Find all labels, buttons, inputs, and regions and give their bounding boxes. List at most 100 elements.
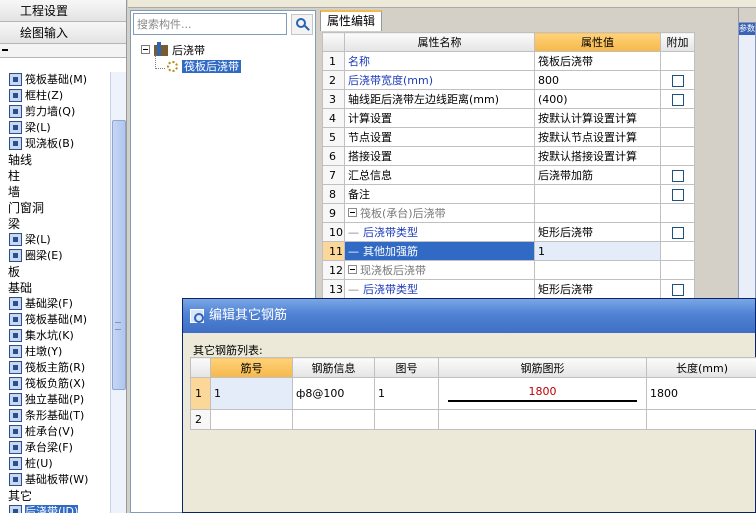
tree-root-post-pour-strip[interactable]: 后浇带 xyxy=(141,42,205,59)
extra-cell[interactable] xyxy=(660,184,695,204)
collapse-toggle-icon[interactable] xyxy=(141,45,150,54)
extra-checkbox[interactable] xyxy=(671,283,684,296)
property-value-cell[interactable] xyxy=(534,203,661,223)
property-row[interactable]: 5 节点设置 按默认节点设置计算 xyxy=(322,127,695,147)
property-value-cell[interactable]: 1 xyxy=(534,241,661,261)
figure-no-cell[interactable]: 1 xyxy=(374,377,439,410)
rebar-info-cell[interactable] xyxy=(292,409,375,430)
bar-no-cell[interactable] xyxy=(210,409,293,430)
component-icon xyxy=(9,121,22,134)
project-settings-header[interactable]: 工程设置 xyxy=(0,0,126,22)
property-value-cell[interactable]: 矩形后浇带 xyxy=(534,279,661,299)
property-row[interactable]: 6 搭接设置 按默认搭接设置计算 xyxy=(322,146,695,166)
tree-item[interactable]: 筏板负筋(X) xyxy=(0,376,110,392)
dialog-title-bar[interactable]: 编辑其它钢筋 xyxy=(183,299,755,333)
tree-item[interactable]: 剪力墙(Q) xyxy=(0,104,110,120)
extra-checkbox[interactable] xyxy=(671,169,684,182)
extra-cell[interactable] xyxy=(660,165,695,185)
property-value-cell[interactable]: 筏板后浇带 xyxy=(534,51,661,71)
tree-item[interactable]: 筏板基础(M) xyxy=(0,312,110,328)
rebar-info-cell[interactable]: ф8@100 xyxy=(292,377,375,410)
tree-item[interactable]: 梁(L) xyxy=(0,232,110,248)
length-cell[interactable]: 1800 xyxy=(646,377,756,410)
tree-category[interactable]: 柱 xyxy=(0,168,110,184)
table-row[interactable]: 1 1 ф8@100 1 1800 1800 xyxy=(190,377,756,410)
vertical-scrollbar[interactable] xyxy=(110,72,126,513)
tree-label: 轴线 xyxy=(8,153,33,167)
collapse-toggle-icon[interactable] xyxy=(348,208,357,217)
collapse-toggle-icon[interactable] xyxy=(348,265,357,274)
component-icon xyxy=(9,505,22,513)
component-tree: 筏板基础(M) 框柱(Z) 剪力墙(Q) 梁(L) 现浇板(B) 轴线柱墙门窗洞梁梁(L)… xyxy=(0,72,110,513)
table-row[interactable]: 2 xyxy=(190,409,756,430)
tree-item[interactable]: 后浇带(JD) xyxy=(0,504,110,513)
property-value-cell[interactable]: 按默认计算设置计算 xyxy=(534,108,661,128)
extra-cell[interactable] xyxy=(660,70,695,90)
tree-item[interactable]: 筏板主筋(R) xyxy=(0,360,110,376)
tree-category[interactable]: 基础 xyxy=(0,280,110,296)
property-value-cell[interactable] xyxy=(534,184,661,204)
tab-property-edit[interactable]: 属性编辑 xyxy=(320,10,382,31)
property-value-cell[interactable]: 矩形后浇带 xyxy=(534,222,661,242)
property-row[interactable]: 1 名称 筏板后浇带 xyxy=(322,51,695,71)
rebar-shape-cell[interactable]: 1800 xyxy=(438,377,647,410)
tree-category[interactable]: 其它 xyxy=(0,488,110,504)
figure-no-cell[interactable] xyxy=(374,409,439,430)
tree-item[interactable]: 基础板带(W) xyxy=(0,472,110,488)
rebar-shape-cell[interactable] xyxy=(438,409,647,430)
drawing-input-header[interactable]: 绘图输入 xyxy=(0,22,126,44)
property-name-cell: 名称 xyxy=(344,51,535,71)
tree-item[interactable]: 桩(U) xyxy=(0,456,110,472)
tree-item[interactable]: 基础梁(F) xyxy=(0,296,110,312)
property-row[interactable]: 2 后浇带宽度(mm) 800 xyxy=(322,70,695,90)
property-value-cell[interactable]: 后浇带加筋 xyxy=(534,165,661,185)
tree-item[interactable]: 框柱(Z) xyxy=(0,88,110,104)
property-row[interactable]: 9 筏板(承台)后浇带 xyxy=(322,203,695,223)
property-row[interactable]: 3 轴线距后浇带左边线距离(mm) (400) xyxy=(322,89,695,109)
property-row[interactable]: 13— 后浇带类型 矩形后浇带 xyxy=(322,279,695,299)
tree-category[interactable]: 轴线 xyxy=(0,152,110,168)
extra-checkbox[interactable] xyxy=(671,93,684,106)
extra-cell[interactable] xyxy=(660,89,695,109)
tree-category[interactable]: 门窗洞 xyxy=(0,200,110,216)
length-cell[interactable] xyxy=(646,409,756,430)
extra-cell[interactable] xyxy=(660,222,695,242)
search-button[interactable] xyxy=(291,14,313,35)
extra-checkbox[interactable] xyxy=(671,188,684,201)
property-row[interactable]: 8 备注 xyxy=(322,184,695,204)
property-row[interactable]: 7 汇总信息 后浇带加筋 xyxy=(322,165,695,185)
property-name: 后浇带类型 xyxy=(363,226,418,239)
tree-item[interactable]: 现浇板(B) xyxy=(0,136,110,152)
tree-category[interactable]: 墙 xyxy=(0,184,110,200)
property-value-cell[interactable]: 按默认搭接设置计算 xyxy=(534,146,661,166)
extra-checkbox[interactable] xyxy=(671,74,684,87)
property-row[interactable]: 10— 后浇带类型 矩形后浇带 xyxy=(322,222,695,242)
property-row[interactable]: 4 计算设置 按默认计算设置计算 xyxy=(322,108,695,128)
property-value-cell[interactable]: (400) xyxy=(534,89,661,109)
property-row[interactable]: 12 现浇板后浇带 xyxy=(322,260,695,280)
tree-item-raft-post-pour-strip[interactable]: 筏板后浇带 xyxy=(167,59,241,75)
scrollbar-thumb[interactable] xyxy=(112,120,126,390)
property-value-cell[interactable] xyxy=(534,260,661,280)
tree-category[interactable]: 板 xyxy=(0,264,110,280)
property-row[interactable]: 11— 其他加强筋 1 xyxy=(322,241,695,261)
tree-item[interactable]: 集水坑(K) xyxy=(0,328,110,344)
property-name-cell: 节点设置 xyxy=(344,127,535,147)
tree-category[interactable]: 梁 xyxy=(0,216,110,232)
bar-no-cell[interactable]: 1 xyxy=(210,377,293,410)
search-input[interactable] xyxy=(133,13,287,35)
tree-item[interactable]: 柱墩(Y) xyxy=(0,344,110,360)
tree-item[interactable]: 承台梁(F) xyxy=(0,440,110,456)
tree-item[interactable]: 筏板基础(M) xyxy=(0,72,110,88)
tree-item[interactable]: 桩承台(V) xyxy=(0,424,110,440)
property-value-cell[interactable]: 800 xyxy=(534,70,661,90)
collapse-icon[interactable] xyxy=(2,49,8,51)
tree-item[interactable]: 独立基础(P) xyxy=(0,392,110,408)
extra-checkbox[interactable] xyxy=(671,226,684,239)
property-value-cell[interactable]: 按默认节点设置计算 xyxy=(534,127,661,147)
extra-cell[interactable] xyxy=(660,279,695,299)
tree-item[interactable]: 条形基础(T) xyxy=(0,408,110,424)
tree-item[interactable]: 圈梁(E) xyxy=(0,248,110,264)
parameter-side-panel[interactable]: 参数 xyxy=(738,22,756,312)
tree-item[interactable]: 梁(L) xyxy=(0,120,110,136)
